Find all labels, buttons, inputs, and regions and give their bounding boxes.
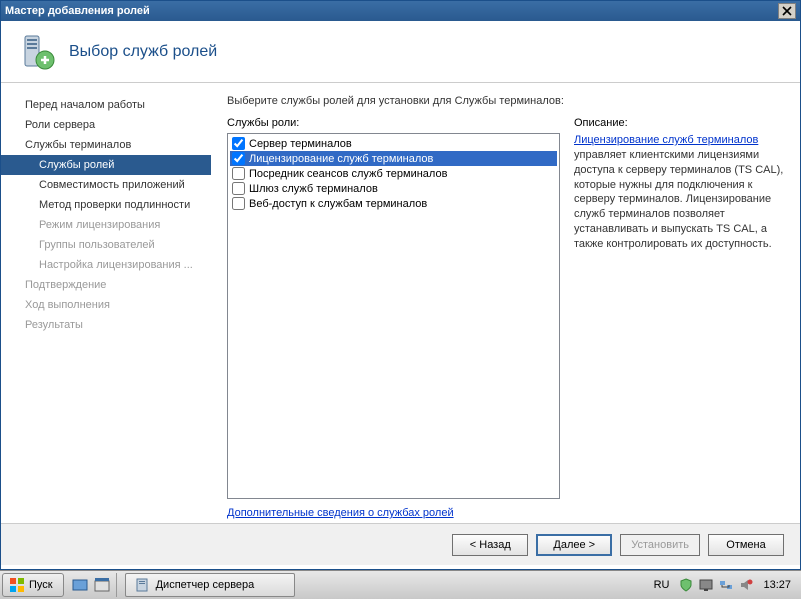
description-link[interactable]: Лицензирование служб терминалов xyxy=(574,134,758,146)
role-item-4[interactable]: Веб-доступ к службам терминалов xyxy=(230,196,557,211)
page-title: Выбор служб ролей xyxy=(69,43,217,61)
next-button[interactable]: Далее > xyxy=(536,534,612,556)
install-button[interactable]: Установить xyxy=(620,534,700,556)
role-label: Шлюз служб терминалов xyxy=(249,183,378,195)
back-button[interactable]: < Назад xyxy=(452,534,528,556)
wizard-sidebar: Перед началом работыРоли сервераСлужбы т… xyxy=(1,83,211,523)
sidebar-item-7: Группы пользователей xyxy=(1,235,211,255)
close-button[interactable] xyxy=(778,3,796,19)
wizard-main: Выберите службы ролей для установки для … xyxy=(211,83,800,523)
start-button[interactable]: Пуск xyxy=(2,573,64,597)
sidebar-item-2[interactable]: Службы терминалов xyxy=(1,135,211,155)
sidebar-item-10: Ход выполнения xyxy=(1,295,211,315)
task-label: Диспетчер сервера xyxy=(156,579,255,591)
window-title: Мастер добавления ролей xyxy=(5,5,150,17)
role-checkbox-0[interactable] xyxy=(232,137,245,150)
server-role-icon xyxy=(17,32,57,72)
role-checkbox-3[interactable] xyxy=(232,182,245,195)
start-label: Пуск xyxy=(29,579,53,591)
role-checkbox-4[interactable] xyxy=(232,197,245,210)
description-text: Лицензирование служб терминалов управляе… xyxy=(574,133,784,252)
role-item-3[interactable]: Шлюз служб терминалов xyxy=(230,181,557,196)
role-label: Сервер терминалов xyxy=(249,138,352,150)
sidebar-item-3[interactable]: Службы ролей xyxy=(1,155,211,175)
roles-label: Службы роли: xyxy=(227,117,560,129)
explorer-icon[interactable] xyxy=(94,577,110,593)
role-label: Лицензирование служб терминалов xyxy=(249,153,433,165)
clock[interactable]: 13:27 xyxy=(759,579,795,591)
taskbar-task[interactable]: Диспетчер сервера xyxy=(125,573,295,597)
close-icon xyxy=(782,6,792,16)
more-info-link[interactable]: Дополнительные сведения о службах ролей xyxy=(227,507,560,519)
sidebar-item-5[interactable]: Метод проверки подлинности xyxy=(1,195,211,215)
wizard-header: Выбор служб ролей xyxy=(1,21,800,83)
titlebar[interactable]: Мастер добавления ролей xyxy=(1,1,800,21)
sidebar-item-8: Настройка лицензирования ... xyxy=(1,255,211,275)
network-icon[interactable] xyxy=(719,578,733,592)
server-manager-icon xyxy=(134,577,150,593)
sidebar-item-0[interactable]: Перед началом работы xyxy=(1,95,211,115)
description-body: управляет клиентскими лицензиями доступа… xyxy=(574,149,783,250)
shield-icon[interactable] xyxy=(679,578,693,592)
show-desktop-icon[interactable] xyxy=(72,577,88,593)
role-checkbox-1[interactable] xyxy=(232,152,245,165)
sidebar-item-11: Результаты xyxy=(1,315,211,335)
wizard-window: Мастер добавления ролей Выбор служб роле… xyxy=(0,0,801,570)
wizard-buttons: < Назад Далее > Установить Отмена xyxy=(1,523,800,565)
sidebar-item-9: Подтверждение xyxy=(1,275,211,295)
sidebar-item-6: Режим лицензирования xyxy=(1,215,211,235)
taskbar[interactable]: Пуск Диспетчер сервера RU 13:27 xyxy=(0,570,801,599)
windows-logo-icon xyxy=(9,577,25,593)
role-label: Посредник сеансов служб терминалов xyxy=(249,168,447,180)
system-tray[interactable]: RU 13:27 xyxy=(644,578,801,592)
role-item-2[interactable]: Посредник сеансов служб терминалов xyxy=(230,166,557,181)
vm-icon[interactable] xyxy=(699,578,713,592)
volume-icon[interactable] xyxy=(739,578,753,592)
cancel-button[interactable]: Отмена xyxy=(708,534,784,556)
role-item-1[interactable]: Лицензирование служб терминалов xyxy=(230,151,557,166)
quick-launch xyxy=(66,573,117,597)
roles-listbox[interactable]: Сервер терминалов Лицензирование служб те… xyxy=(227,133,560,499)
description-label: Описание: xyxy=(574,117,784,129)
role-item-0[interactable]: Сервер терминалов xyxy=(230,136,557,151)
role-label: Веб-доступ к службам терминалов xyxy=(249,198,427,210)
sidebar-item-4[interactable]: Совместимость приложений xyxy=(1,175,211,195)
sidebar-item-1[interactable]: Роли сервера xyxy=(1,115,211,135)
language-indicator[interactable]: RU xyxy=(650,579,674,591)
role-checkbox-2[interactable] xyxy=(232,167,245,180)
instruction-text: Выберите службы ролей для установки для … xyxy=(227,95,784,107)
wizard-body: Перед началом работыРоли сервераСлужбы т… xyxy=(1,83,800,523)
